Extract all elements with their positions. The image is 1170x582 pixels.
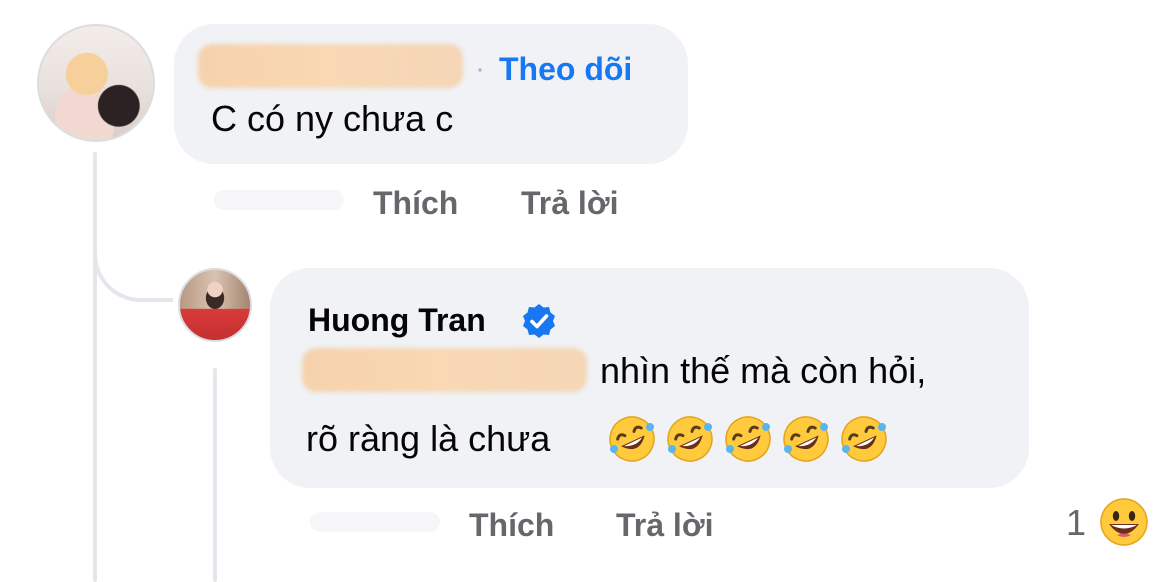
rolling-on-floor-laughing-icon	[725, 416, 771, 462]
reply-text-line-1: nhìn thế mà còn hỏi,	[600, 350, 927, 391]
reply-thread-line	[213, 368, 217, 582]
reply-like-button[interactable]: Thích	[469, 506, 554, 544]
verified-badge-icon	[523, 304, 555, 338]
comment-timestamp-faded	[214, 190, 344, 210]
grinning-face-icon[interactable]	[1098, 496, 1150, 548]
commenter-name-redacted	[198, 44, 463, 88]
reply-author-name[interactable]: Huong Tran	[308, 300, 486, 340]
follow-separator: ·	[475, 52, 485, 85]
reply-text-line-2: rõ ràng là chưa	[306, 418, 551, 459]
thread-branch-connector	[93, 238, 173, 302]
reply-timestamp-faded	[310, 512, 440, 532]
rolling-on-floor-laughing-icon	[783, 416, 829, 462]
reply-reply-button[interactable]: Trả lời	[616, 506, 713, 544]
mentioned-name-redacted	[302, 348, 587, 392]
commenter-avatar[interactable]	[37, 24, 155, 142]
rolling-on-floor-laughing-icon	[667, 416, 713, 462]
reaction-count[interactable]: 1	[1066, 502, 1086, 544]
like-button[interactable]: Thích	[373, 184, 458, 222]
reply-author-avatar[interactable]	[178, 268, 252, 342]
comment-text: C có ny chưa c	[211, 98, 454, 139]
rolling-on-floor-laughing-icon	[609, 416, 655, 462]
emoji-row	[606, 413, 890, 465]
thread-line	[93, 152, 97, 582]
rolling-on-floor-laughing-icon	[841, 416, 887, 462]
follow-button[interactable]: Theo dõi	[499, 50, 632, 88]
reply-button[interactable]: Trả lời	[521, 184, 618, 222]
